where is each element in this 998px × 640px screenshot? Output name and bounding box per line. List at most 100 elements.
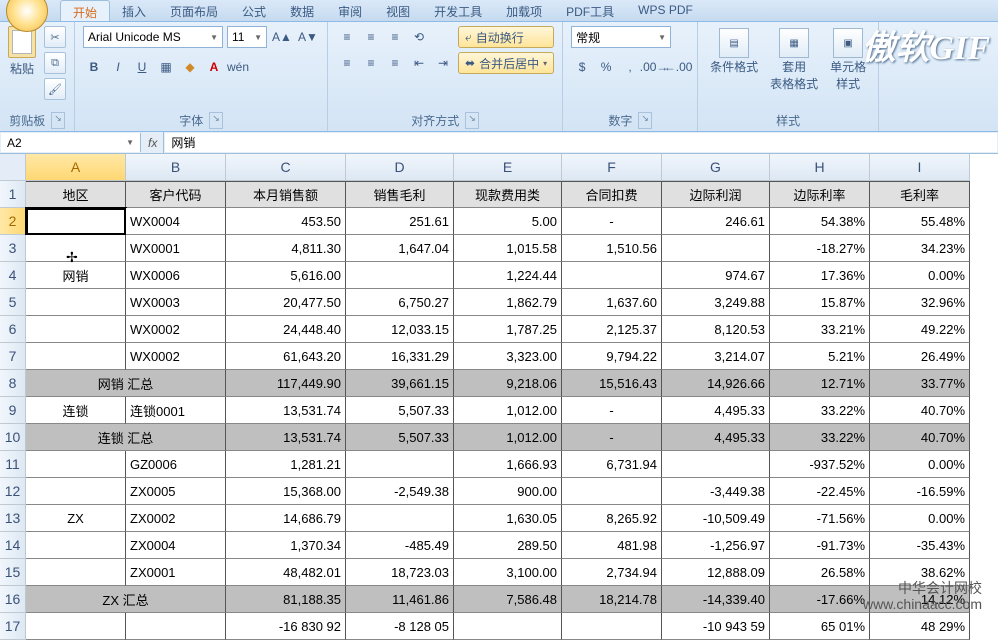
cell[interactable]: 连锁 汇总: [26, 424, 226, 451]
cell[interactable]: [346, 262, 454, 289]
row-header-11[interactable]: 11: [0, 451, 26, 478]
cell[interactable]: 1,510.56: [562, 235, 662, 262]
row-header-8[interactable]: 8: [0, 370, 26, 397]
table-header[interactable]: 现款费用类: [454, 181, 562, 208]
cell[interactable]: 3,214.07: [662, 343, 770, 370]
cell[interactable]: WX0003: [126, 289, 226, 316]
cell[interactable]: -71.56%: [770, 505, 870, 532]
paste-label[interactable]: 粘贴: [10, 60, 34, 77]
cell[interactable]: -1,256.97: [662, 532, 770, 559]
cell[interactable]: 974.67: [662, 262, 770, 289]
cell[interactable]: 33.77%: [870, 370, 970, 397]
col-header-F[interactable]: F: [562, 154, 662, 181]
cell[interactable]: 5,507.33: [346, 424, 454, 451]
row-header-14[interactable]: 14: [0, 532, 26, 559]
table-header[interactable]: 销售毛利: [346, 181, 454, 208]
cell[interactable]: -8 128 05: [346, 613, 454, 640]
cell[interactable]: [26, 289, 126, 316]
cell[interactable]: [126, 613, 226, 640]
cell[interactable]: 9,218.06: [454, 370, 562, 397]
fx-icon[interactable]: fx: [148, 136, 157, 150]
table-header[interactable]: 本月销售额: [226, 181, 346, 208]
decrease-indent-icon[interactable]: ⇤: [408, 52, 430, 74]
row-header-2[interactable]: 2: [0, 208, 26, 235]
align-top-icon[interactable]: ≡: [336, 26, 358, 48]
cell[interactable]: 2,734.94: [562, 559, 662, 586]
cell[interactable]: 17.36%: [770, 262, 870, 289]
cell[interactable]: 40.70%: [870, 397, 970, 424]
row-header-5[interactable]: 5: [0, 289, 26, 316]
spreadsheet-grid[interactable]: ABCDEFGHI1地区客户代码本月销售额销售毛利现款费用类合同扣费边际利润边际…: [0, 154, 998, 640]
cell[interactable]: [26, 235, 126, 262]
cell[interactable]: 2,125.37: [562, 316, 662, 343]
cell[interactable]: GZ0006: [126, 451, 226, 478]
conditional-format-button[interactable]: ▤条件格式: [706, 26, 762, 77]
number-dialog-icon[interactable]: ↘: [638, 112, 652, 129]
cell[interactable]: ZX: [26, 505, 126, 532]
cell[interactable]: [26, 316, 126, 343]
tab-review[interactable]: 审阅: [326, 0, 374, 21]
table-header[interactable]: 边际利率: [770, 181, 870, 208]
tab-home[interactable]: 开始: [60, 0, 110, 21]
cell[interactable]: 15,516.43: [562, 370, 662, 397]
decrease-decimal-icon[interactable]: ←.00: [667, 56, 689, 78]
row-header-7[interactable]: 7: [0, 343, 26, 370]
cell[interactable]: WX0002: [126, 316, 226, 343]
cell[interactable]: 0.00%: [870, 451, 970, 478]
italic-button[interactable]: I: [107, 56, 129, 78]
cell[interactable]: 12.71%: [770, 370, 870, 397]
cell[interactable]: -2,549.38: [346, 478, 454, 505]
format-as-table-button[interactable]: ▦套用 表格格式: [766, 26, 822, 94]
table-header[interactable]: 地区: [26, 181, 126, 208]
cell[interactable]: 1,281.21: [226, 451, 346, 478]
cell-styles-button[interactable]: ▣单元格 样式: [826, 26, 870, 94]
cell[interactable]: ZX 汇总: [26, 586, 226, 613]
row-header-12[interactable]: 12: [0, 478, 26, 505]
cell[interactable]: 33.22%: [770, 397, 870, 424]
align-center-icon[interactable]: ≡: [360, 52, 382, 74]
cell[interactable]: 26.58%: [770, 559, 870, 586]
wrap-text-button[interactable]: ⤶自动换行: [458, 26, 554, 48]
cell[interactable]: 81,188.35: [226, 586, 346, 613]
cell[interactable]: 4,495.33: [662, 424, 770, 451]
tab-view[interactable]: 视图: [374, 0, 422, 21]
cell[interactable]: 15.87%: [770, 289, 870, 316]
cell[interactable]: 55.48%: [870, 208, 970, 235]
cell[interactable]: 1,862.79: [454, 289, 562, 316]
cell[interactable]: [26, 532, 126, 559]
table-header[interactable]: 合同扣费: [562, 181, 662, 208]
cell[interactable]: ZX0004: [126, 532, 226, 559]
cell[interactable]: 18,214.78: [562, 586, 662, 613]
col-header-H[interactable]: H: [770, 154, 870, 181]
cell[interactable]: 12,033.15: [346, 316, 454, 343]
tab-addins[interactable]: 加载项: [494, 0, 554, 21]
cell[interactable]: -10 943 59: [662, 613, 770, 640]
increase-indent-icon[interactable]: ⇥: [432, 52, 454, 74]
cell[interactable]: 1,012.00: [454, 397, 562, 424]
font-dialog-icon[interactable]: ↘: [209, 112, 223, 129]
cell[interactable]: -: [562, 397, 662, 424]
cell[interactable]: 14,926.66: [662, 370, 770, 397]
row-header-16[interactable]: 16: [0, 586, 26, 613]
merge-center-button[interactable]: ⬌合并后居中▾: [458, 52, 554, 74]
cell[interactable]: WX0004: [126, 208, 226, 235]
cell[interactable]: -91.73%: [770, 532, 870, 559]
row-header-3[interactable]: 3: [0, 235, 26, 262]
tab-pdftools[interactable]: PDF工具: [554, 0, 626, 21]
cell[interactable]: [562, 478, 662, 505]
cell[interactable]: 5.00: [454, 208, 562, 235]
cell[interactable]: [454, 613, 562, 640]
cell[interactable]: 1,224.44: [454, 262, 562, 289]
cell[interactable]: 3,323.00: [454, 343, 562, 370]
tab-formulas[interactable]: 公式: [230, 0, 278, 21]
cell[interactable]: ZX0005: [126, 478, 226, 505]
cell[interactable]: [662, 235, 770, 262]
align-right-icon[interactable]: ≡: [384, 52, 406, 74]
cell[interactable]: WX0002: [126, 343, 226, 370]
cell[interactable]: 246.61: [662, 208, 770, 235]
bold-button[interactable]: B: [83, 56, 105, 78]
cell[interactable]: ZX0002: [126, 505, 226, 532]
increase-decimal-icon[interactable]: .00→: [643, 56, 665, 78]
row-header-6[interactable]: 6: [0, 316, 26, 343]
col-header-A[interactable]: A: [26, 154, 126, 181]
